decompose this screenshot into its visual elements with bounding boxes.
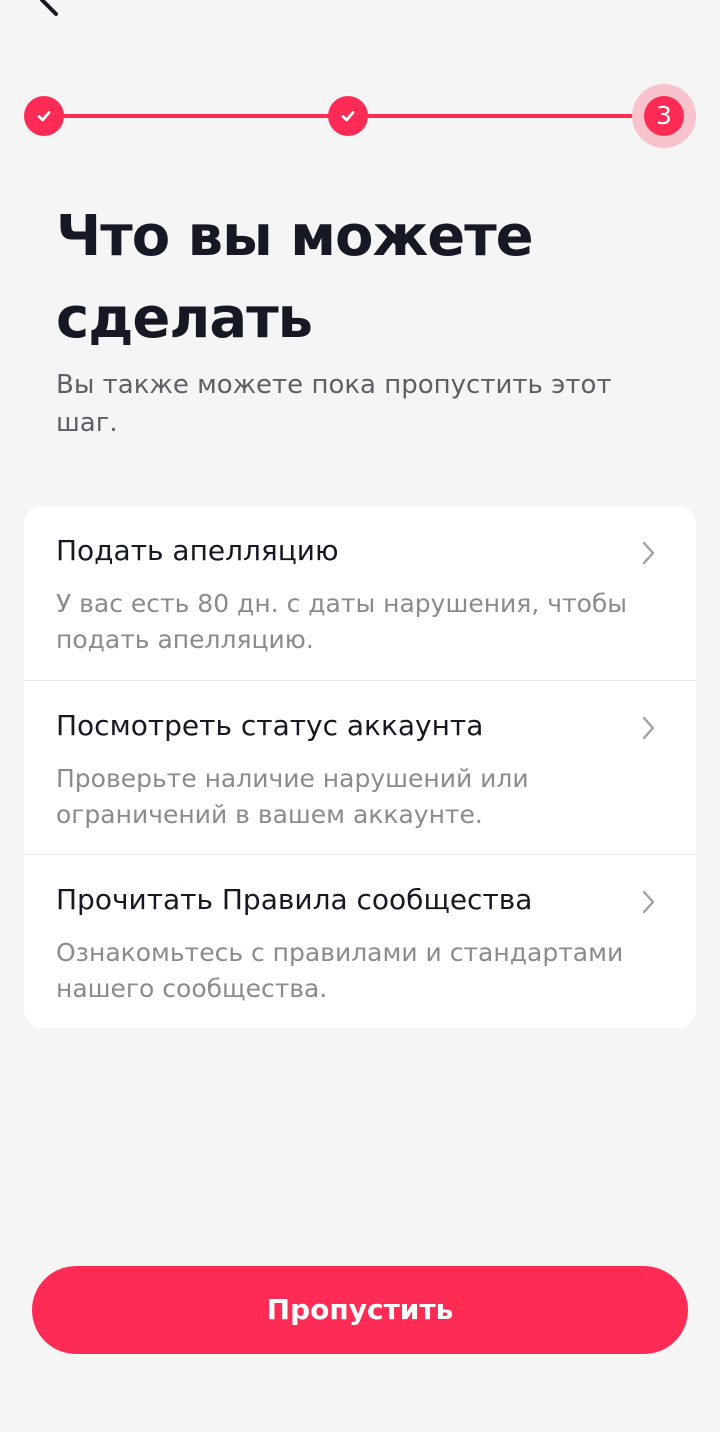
options-card: Подать апелляцию У вас есть 80 дн. с дат…: [24, 506, 696, 1028]
progress-stepper: 3: [0, 0, 720, 160]
option-community-guidelines-description: Ознакомьтесь с правилами и стандартами н…: [56, 938, 624, 1003]
option-account-status-title: Посмотреть статус аккаунта: [56, 709, 484, 742]
option-appeal[interactable]: Подать апелляцию У вас есть 80 дн. с дат…: [24, 506, 696, 680]
check-icon: [37, 111, 51, 122]
option-account-status[interactable]: Посмотреть статус аккаунта Проверьте нал…: [24, 680, 696, 854]
stepper-step-1-completed: [24, 96, 64, 136]
chevron-right-icon: [642, 541, 655, 565]
stepper-connector-2: [348, 114, 664, 118]
option-account-status-description: Проверьте наличие нарушений или ограниче…: [56, 764, 529, 829]
chevron-right-icon: [642, 716, 655, 740]
option-appeal-description: У вас есть 80 дн. с даты нарушения, чтоб…: [56, 589, 628, 654]
stepper-step-2-completed: [328, 96, 368, 136]
stepper-step-3-current: 3: [644, 96, 684, 136]
page-subtitle: Вы также можете пока пропустить этот шаг…: [56, 370, 612, 438]
option-community-guidelines-title: Прочитать Правила сообщества: [56, 883, 533, 916]
option-appeal-title: Подать апелляцию: [56, 534, 339, 567]
skip-button[interactable]: Пропустить: [32, 1266, 688, 1354]
check-icon: [341, 111, 355, 122]
page-title: Что вы можете сделать: [56, 204, 534, 351]
chevron-right-icon: [642, 890, 655, 914]
option-community-guidelines[interactable]: Прочитать Правила сообщества Ознакомьтес…: [24, 854, 696, 1028]
stepper-connector-1: [44, 114, 348, 118]
